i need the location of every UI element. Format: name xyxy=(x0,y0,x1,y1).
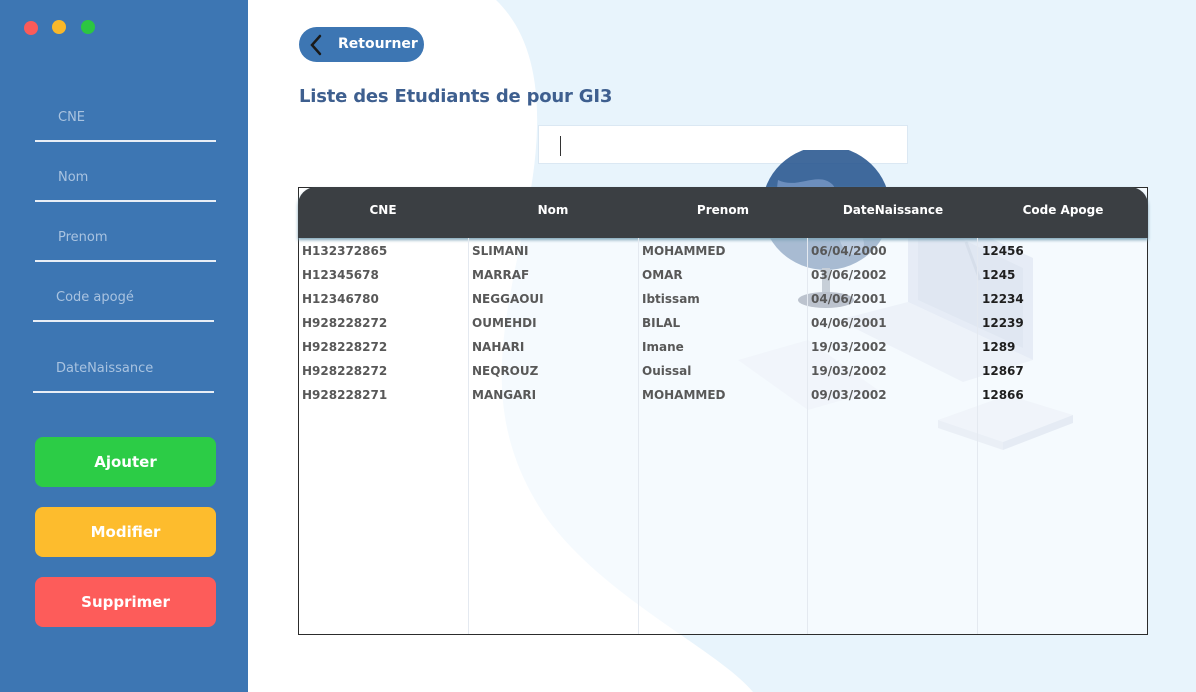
cell-nom: MANGARI xyxy=(472,388,537,402)
cell-date-naissance: 19/03/2002 xyxy=(811,364,887,378)
cell-code-apoge: 1245 xyxy=(982,268,1016,282)
cell-prenom: Imane xyxy=(642,340,684,354)
cell-nom: MARRAF xyxy=(472,268,530,282)
cell-prenom: MOHAMMED xyxy=(642,244,726,258)
cell-code-apoge: 12866 xyxy=(982,388,1024,402)
cell-prenom: Ibtissam xyxy=(642,292,700,306)
column-header-cne[interactable]: CNE xyxy=(298,203,468,217)
cell-cne: H12345678 xyxy=(302,268,379,282)
cell-date-naissance: 06/04/2000 xyxy=(811,244,887,258)
table-row[interactable]: H928228272 OUMEHDI BILAL 04/06/2001 1223… xyxy=(299,313,1147,337)
cell-cne: H928228272 xyxy=(302,316,388,330)
cell-code-apoge: 1289 xyxy=(982,340,1016,354)
table-row[interactable]: H928228272 NAHARI Imane 19/03/2002 1289 xyxy=(299,337,1147,361)
column-header-code-apoge[interactable]: Code Apoge xyxy=(978,203,1148,217)
cne-placeholder: CNE xyxy=(58,110,86,125)
cell-nom: NAHARI xyxy=(472,340,525,354)
cell-cne: H928228272 xyxy=(302,340,388,354)
cell-cne: H928228272 xyxy=(302,364,388,378)
cell-date-naissance: 04/06/2001 xyxy=(811,316,887,330)
cell-nom: NEQROUZ xyxy=(472,364,539,378)
cell-cne: H132372865 xyxy=(302,244,388,258)
cell-date-naissance: 03/06/2002 xyxy=(811,268,887,282)
table-row[interactable]: H12345678 MARRAF OMAR 03/06/2002 1245 xyxy=(299,265,1147,289)
date-naissance-underline xyxy=(33,391,214,393)
chevron-left-icon xyxy=(310,34,322,56)
date-naissance-field[interactable]: DateNaissance xyxy=(33,353,214,393)
back-label: Retourner xyxy=(338,36,418,52)
cell-code-apoge: 12239 xyxy=(982,316,1024,330)
modify-button[interactable]: Modifier xyxy=(35,507,216,557)
delete-button[interactable]: Supprimer xyxy=(35,577,216,627)
nom-underline xyxy=(35,200,216,202)
cne-underline xyxy=(35,140,216,142)
add-button[interactable]: Ajouter xyxy=(35,437,216,487)
main-panel: Retourner Liste des Etudiants de pour GI… xyxy=(248,0,1196,692)
column-header-date-naissance[interactable]: DateNaissance xyxy=(808,203,978,217)
nom-field[interactable]: Nom xyxy=(35,162,216,202)
code-apoge-field[interactable]: Code apogé xyxy=(33,282,214,322)
cell-date-naissance: 09/03/2002 xyxy=(811,388,887,402)
back-button[interactable]: Retourner xyxy=(299,27,424,62)
cell-cne: H12346780 xyxy=(302,292,379,306)
minimize-window-button[interactable] xyxy=(52,20,66,34)
prenom-field[interactable]: Prenom xyxy=(35,222,216,262)
cell-prenom: MOHAMMED xyxy=(642,388,726,402)
cell-date-naissance: 04/06/2001 xyxy=(811,292,887,306)
table-row[interactable]: H928228272 NEQROUZ Ouissal 19/03/2002 12… xyxy=(299,361,1147,385)
cell-date-naissance: 19/03/2002 xyxy=(811,340,887,354)
cell-nom: SLIMANI xyxy=(472,244,529,258)
cell-code-apoge: 12234 xyxy=(982,292,1024,306)
nom-placeholder: Nom xyxy=(58,170,89,185)
cell-nom: NEGGAOUI xyxy=(472,292,544,306)
table-row[interactable]: H132372865 SLIMANI MOHAMMED 06/04/2000 1… xyxy=(299,241,1147,265)
maximize-window-button[interactable] xyxy=(81,20,95,34)
page-title: Liste des Etudiants de pour GI3 xyxy=(299,86,613,107)
text-cursor xyxy=(560,136,561,156)
close-window-button[interactable] xyxy=(24,21,38,35)
cell-nom: OUMEHDI xyxy=(472,316,537,330)
cell-prenom: BILAL xyxy=(642,316,681,330)
column-header-nom[interactable]: Nom xyxy=(468,203,638,217)
cell-prenom: OMAR xyxy=(642,268,683,282)
cne-field[interactable]: CNE xyxy=(35,102,216,142)
column-header-prenom[interactable]: Prenom xyxy=(638,203,808,217)
cell-prenom: Ouissal xyxy=(642,364,692,378)
table-row[interactable]: H12346780 NEGGAOUI Ibtissam 04/06/2001 1… xyxy=(299,289,1147,313)
cell-cne: H928228271 xyxy=(302,388,388,402)
code-apoge-placeholder: Code apogé xyxy=(56,290,134,305)
prenom-placeholder: Prenom xyxy=(58,230,108,245)
table-header: CNE Nom Prenom DateNaissance Code Apoge xyxy=(298,187,1148,238)
students-table: CNE Nom Prenom DateNaissance Code Apoge … xyxy=(298,187,1148,635)
cell-code-apoge: 12456 xyxy=(982,244,1024,258)
sidebar: CNE Nom Prenom Code apogé DateNaissance … xyxy=(0,0,248,692)
table-row[interactable]: H928228271 MANGARI MOHAMMED 09/03/2002 1… xyxy=(299,385,1147,409)
cell-code-apoge: 12867 xyxy=(982,364,1024,378)
date-naissance-placeholder: DateNaissance xyxy=(56,361,154,376)
code-apoge-underline xyxy=(33,320,214,322)
prenom-underline xyxy=(35,260,216,262)
